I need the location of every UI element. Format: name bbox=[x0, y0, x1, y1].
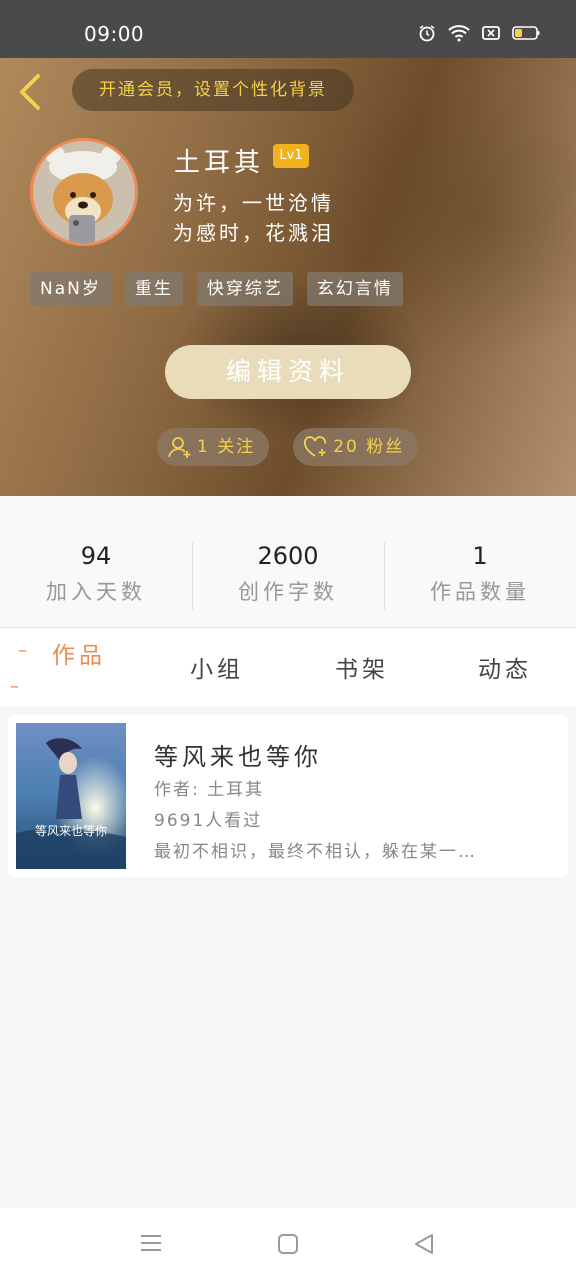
follow-row: 1 关注 20 粉丝 bbox=[157, 428, 419, 466]
profile-header: 开通会员，设置个性化背景 土耳其 Lv1 为许，一世沧情 为感时，花溅泪 NaN… bbox=[0, 58, 576, 496]
stat-label: 作品数量 bbox=[430, 580, 530, 604]
username: 土耳其 bbox=[174, 148, 265, 178]
following-button[interactable]: 1 关注 bbox=[157, 428, 270, 466]
tab-groups[interactable]: 小组 bbox=[190, 650, 244, 684]
menu-icon[interactable] bbox=[140, 1233, 162, 1253]
cover-title: 等风来也等你 bbox=[35, 824, 107, 838]
tab-indicator: – bbox=[18, 640, 27, 661]
stat-value: 1 bbox=[472, 542, 488, 570]
edit-profile-button[interactable]: 编辑资料 bbox=[165, 345, 411, 399]
stat-value: 94 bbox=[80, 542, 112, 570]
work-title[interactable]: 等风来也等你 bbox=[154, 737, 322, 772]
back-icon[interactable] bbox=[413, 1233, 435, 1255]
followers-count: 20 粉丝 bbox=[333, 437, 405, 457]
tag-genre: 玄幻言情 bbox=[306, 272, 403, 306]
system-nav-bar bbox=[0, 1208, 576, 1280]
stat-days: 94 加入天数 bbox=[0, 542, 192, 606]
tag-list: NaN岁 重生 快穿综艺 玄幻言情 bbox=[30, 272, 403, 306]
wifi-icon bbox=[448, 25, 470, 42]
tag-genre: 重生 bbox=[124, 272, 183, 306]
status-bar: 09:00 bbox=[0, 0, 576, 58]
avatar[interactable] bbox=[30, 138, 138, 246]
stat-label: 加入天数 bbox=[46, 580, 146, 604]
tab-activity[interactable]: 动态 bbox=[478, 650, 532, 684]
bio: 为许，一世沧情 为感时，花溅泪 bbox=[173, 188, 334, 248]
stat-works: 1 作品数量 bbox=[384, 542, 576, 606]
status-icons bbox=[418, 24, 540, 42]
book-cover[interactable]: 等风来也等你 bbox=[16, 723, 126, 869]
stat-value: 2600 bbox=[257, 542, 319, 570]
tab-bookshelf[interactable]: 书架 bbox=[335, 650, 389, 684]
stat-label: 创作字数 bbox=[238, 580, 338, 604]
work-views: 9691人看过 bbox=[154, 811, 263, 831]
tab-works[interactable]: 作品 bbox=[52, 636, 106, 670]
tag-genre: 快穿综艺 bbox=[196, 272, 293, 306]
bio-line: 为许，一世沧情 bbox=[173, 191, 334, 215]
work-card[interactable]: 等风来也等你 等风来也等你 作者: 土耳其 9691人看过 最初不相识，最终不相… bbox=[8, 715, 568, 877]
work-summary: 最初不相识，最终不相认，躲在某一… bbox=[154, 842, 477, 862]
vip-background-button[interactable]: 开通会员，设置个性化背景 bbox=[72, 69, 354, 111]
work-author: 作者: 土耳其 bbox=[154, 780, 265, 800]
level-badge: Lv1 bbox=[273, 144, 309, 168]
heart-add-icon bbox=[304, 436, 327, 457]
tab-bar: – 作品 – 小组 书架 动态 bbox=[0, 628, 576, 706]
tag-age: NaN岁 bbox=[30, 272, 111, 306]
back-arrow-icon[interactable] bbox=[14, 72, 50, 112]
followers-button[interactable]: 20 粉丝 bbox=[293, 428, 419, 466]
home-icon[interactable] bbox=[277, 1233, 299, 1255]
stats-panel: 94 加入天数 2600 创作字数 1 作品数量 bbox=[0, 496, 576, 628]
battery-icon bbox=[512, 26, 540, 40]
alarm-icon bbox=[419, 25, 435, 42]
user-add-icon bbox=[168, 437, 191, 458]
status-time: 09:00 bbox=[84, 22, 145, 46]
bio-line: 为感时，花溅泪 bbox=[173, 221, 334, 245]
stat-words: 2600 创作字数 bbox=[192, 542, 384, 606]
following-count: 1 关注 bbox=[197, 437, 256, 457]
tab-indicator: – bbox=[10, 676, 19, 697]
sim-icon bbox=[482, 26, 500, 40]
